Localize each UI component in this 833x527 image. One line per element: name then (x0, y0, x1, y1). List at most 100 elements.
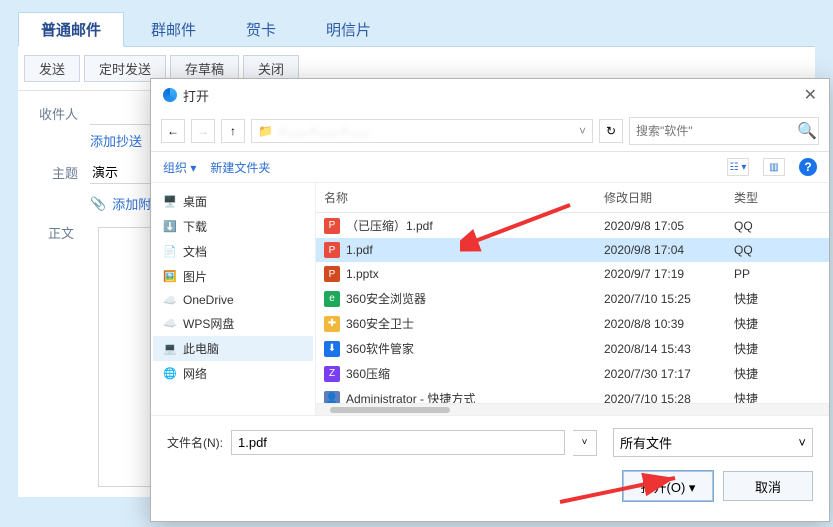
file-name: 360压缩 (346, 365, 390, 382)
tree-node-download[interactable]: ⬇️ 下载 (153, 214, 313, 239)
preview-pane-button[interactable]: ▥ (763, 158, 785, 176)
tree-node-pic[interactable]: 🖼️ 图片 (153, 264, 313, 289)
help-button[interactable]: ? (799, 158, 817, 176)
tree-node-label: 网络 (183, 365, 207, 382)
file-type: 快捷 (726, 286, 829, 311)
file-row[interactable]: ⬇360软件管家 2020/8/14 15:43 快捷 (316, 336, 829, 361)
horizontal-scrollbar[interactable] (316, 403, 829, 415)
path-breadcrumb[interactable]: 📁 › ...... › ...... › ...... ˅ (251, 119, 593, 143)
filetype-filter[interactable]: 所有文件˅ (613, 428, 813, 457)
app-icon (163, 88, 177, 102)
folder-icon: 📁 (258, 124, 273, 138)
tab-normal[interactable]: 普通邮件 (18, 12, 124, 47)
tree-node-label: 图片 (183, 268, 207, 285)
file-type: 快捷 (726, 386, 829, 403)
subject-label: 主题 (34, 163, 78, 182)
pptx-icon: P (324, 266, 340, 282)
filename-dropdown[interactable]: ˅ (573, 430, 597, 456)
tree-node-doc[interactable]: 📄文档 (153, 239, 313, 264)
file-type: 快捷 (726, 361, 829, 386)
cloud-icon: ☁️ (163, 317, 177, 331)
tree-node-label: WPS网盘 (183, 315, 234, 332)
file-name: （已压缩）1.pdf (346, 217, 433, 234)
open-button[interactable]: 打开(O) ▾ (623, 471, 713, 501)
nav-up-button[interactable]: ↑ (221, 119, 245, 143)
tab-group[interactable]: 群邮件 (128, 12, 219, 46)
file-type: QQ (726, 239, 829, 261)
column-date[interactable]: 修改日期 (596, 183, 726, 212)
file-row[interactable]: P1.pdf 2020/9/8 17:04 QQ (316, 238, 829, 262)
tree-node-label: 下载 (183, 218, 207, 235)
file-name: 360软件管家 (346, 340, 414, 357)
nav-forward-button[interactable]: → (191, 119, 215, 143)
tree-node-desktop[interactable]: 🖥️ 桌面 (153, 189, 313, 214)
paperclip-icon: 📎 (90, 196, 106, 212)
file-date: 2020/8/8 10:39 (596, 313, 726, 335)
tree-node-cloud[interactable]: ☁️ OneDrive (153, 289, 313, 311)
add-cc-link[interactable]: 添加抄送 (90, 131, 142, 150)
file-row[interactable]: Z 360压缩 2020/7/30 17:17 快捷 (316, 361, 829, 386)
file-name: 1.pptx (346, 267, 379, 281)
compose-tabs: 普通邮件 群邮件 贺卡 明信片 (18, 12, 815, 47)
file-row[interactable]: P 1.pptx 2020/9/7 17:19 PP (316, 262, 829, 286)
nav-tree: 🖥️ 桌面 ⬇️ 下载 📄文档 🖼️ 图片 ☁️ OneDrive ☁️ WPS网盘 💻 此电脑 🌐 网络 (151, 183, 316, 415)
file-date: 2020/7/10 15:25 (596, 288, 726, 310)
doc-icon: 📄 (163, 245, 177, 259)
file-row[interactable]: ✚360安全卫士 2020/8/8 10:39 快捷 (316, 311, 829, 336)
tab-card[interactable]: 贺卡 (223, 12, 299, 46)
filename-label: 文件名(N): (167, 434, 223, 451)
recipient-label: 收件人 (34, 104, 78, 123)
body-label: 正文 (48, 223, 74, 487)
send-button[interactable]: 发送 (24, 55, 80, 82)
tree-node-label: 桌面 (183, 193, 207, 210)
file-list: P（已压缩）1.pdf 2020/9/8 17:05 QQ P1.pdf 202… (316, 213, 829, 403)
tree-node-label: OneDrive (183, 293, 234, 307)
tree-node-label: 此电脑 (183, 340, 219, 357)
tree-node-cloud[interactable]: ☁️ WPS网盘 (153, 311, 313, 336)
dialog-title: 打开 (183, 86, 209, 105)
360m-icon: ⬇ (324, 341, 340, 357)
cloud-icon: ☁️ (163, 293, 177, 307)
tree-node-pc[interactable]: 💻 此电脑 (153, 336, 313, 361)
filename-input[interactable] (231, 430, 565, 455)
nav-back-button[interactable]: ← (161, 119, 185, 143)
download-icon: ⬇️ (163, 220, 177, 234)
file-date: 2020/9/8 17:04 (596, 239, 726, 261)
column-name[interactable]: 名称 (316, 183, 596, 212)
tab-postcard[interactable]: 明信片 (303, 12, 394, 46)
file-type: QQ (726, 215, 829, 237)
open-file-dialog: 打开 ✕ ← → ↑ 📁 › ...... › ...... › ...... … (150, 78, 830, 522)
pic-icon: 🖼️ (163, 270, 177, 284)
file-date: 2020/7/30 17:17 (596, 363, 726, 385)
file-date: 2020/8/14 15:43 (596, 338, 726, 360)
file-name: 360安全卫士 (346, 315, 414, 332)
desktop-icon: 🖥️ (163, 195, 177, 209)
file-row[interactable]: P（已压缩）1.pdf 2020/9/8 17:05 QQ (316, 213, 829, 238)
file-row[interactable]: 👤Administrator - 快捷方式 2020/7/10 15:28 快捷 (316, 386, 829, 403)
net-icon: 🌐 (163, 367, 177, 381)
file-name: 360安全浏览器 (346, 290, 426, 307)
dialog-close-button[interactable]: ✕ (804, 85, 817, 105)
pc-icon: 💻 (163, 342, 177, 356)
view-mode-button[interactable]: ☷ ▾ (727, 158, 749, 176)
360s-icon: ✚ (324, 316, 340, 332)
file-name: Administrator - 快捷方式 (346, 390, 475, 403)
file-row[interactable]: e 360安全浏览器 2020/7/10 15:25 快捷 (316, 286, 829, 311)
column-type[interactable]: 类型 (726, 183, 829, 212)
360z-icon: Z (324, 366, 340, 382)
organize-menu[interactable]: 组织 ▾ (163, 159, 196, 176)
search-icon[interactable]: 🔍 (797, 121, 817, 141)
file-date: 2020/9/8 17:05 (596, 215, 726, 237)
file-date: 2020/7/10 15:28 (596, 388, 726, 404)
search-input-wrap: 🔍 (629, 117, 819, 145)
360b-icon: e (324, 291, 340, 307)
pdf-icon: P (324, 242, 340, 258)
file-type: PP (726, 263, 829, 285)
search-input[interactable] (636, 124, 791, 138)
file-date: 2020/9/7 17:19 (596, 263, 726, 285)
refresh-button[interactable]: ↻ (599, 119, 623, 143)
filetype-filter-label: 所有文件 (620, 433, 672, 452)
new-folder-button[interactable]: 新建文件夹 (210, 159, 270, 176)
tree-node-net[interactable]: 🌐 网络 (153, 361, 313, 386)
cancel-button[interactable]: 取消 (723, 471, 813, 501)
